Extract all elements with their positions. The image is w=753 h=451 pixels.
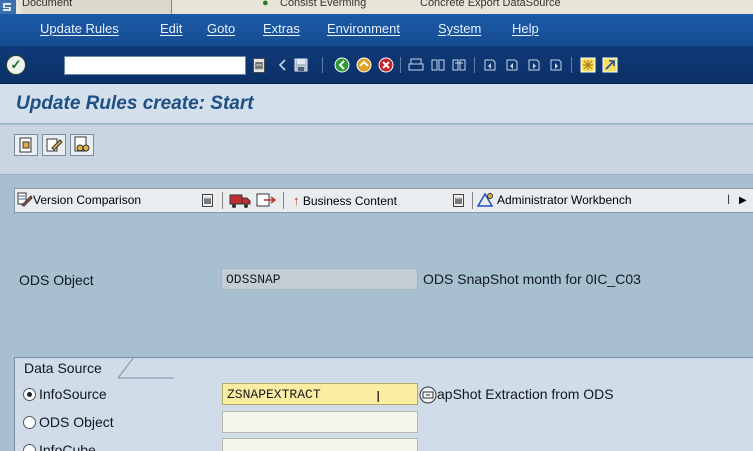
ods-object-description: ODS SnapShot month for 0IC_C03 [423, 271, 641, 287]
toolbar-separator [222, 192, 223, 209]
print-icon[interactable] [408, 57, 424, 73]
menu-environment[interactable]: Environment [327, 21, 400, 36]
next-page-icon[interactable] [526, 57, 542, 73]
standard-toolbar: ✓ ▤ [0, 46, 753, 84]
save-icon[interactable] [293, 57, 309, 73]
version-comparison-button[interactable]: Version Comparison [17, 189, 141, 212]
menu-bar: Update Rules Edit Goto Extras Environmen… [0, 14, 753, 46]
enter-checkmark-icon[interactable]: ✓ [6, 55, 26, 75]
toolbar-separator [283, 192, 284, 209]
infosource-input[interactable]: ZSNAPEXTRACT [222, 383, 418, 405]
transport-truck-icon[interactable] [229, 192, 251, 209]
infocube-label: InfoCube [39, 442, 96, 451]
change-button[interactable] [42, 134, 66, 156]
command-field[interactable] [64, 56, 246, 75]
version-comparison-icon [17, 192, 33, 207]
ods-object-option-label: ODS Object [39, 414, 114, 430]
infosource-description: apShot Extraction from ODS [437, 386, 614, 402]
menu-extras[interactable]: Extras [263, 21, 300, 36]
business-content-icon: ↑ [293, 193, 300, 208]
consist-tab[interactable]: Consist Everming [280, 0, 366, 14]
application-toolbar [0, 125, 753, 175]
sap-window-icon [0, 0, 16, 14]
menu-system[interactable]: System [438, 21, 481, 36]
group-tab-edge [14, 357, 174, 379]
tab-icon: ● [262, 0, 269, 9]
ods-object-radio[interactable] [23, 416, 36, 429]
administrator-workbench-button[interactable]: Administrator Workbench [476, 189, 632, 212]
cancel-icon[interactable] [378, 57, 394, 73]
version-comparison-dropdown-icon[interactable]: ▤ [202, 194, 213, 207]
toolbar-separator [472, 192, 473, 209]
change-pencil-icon [46, 138, 63, 152]
business-content-dropdown-icon[interactable]: ▤ [453, 194, 464, 207]
title-bar: Update Rules create: Start [0, 84, 753, 124]
toolbar-separator [400, 57, 401, 73]
concrete-export-tab[interactable]: Concrete Export DataSource [420, 0, 561, 14]
content-toolbar: Version Comparison ▤ ↑ Business Content … [14, 188, 753, 213]
shortcut-icon[interactable] [602, 57, 618, 73]
text-cursor-icon: I [376, 389, 381, 406]
back-icon[interactable] [334, 57, 350, 73]
business-content-button[interactable]: ↑ Business Content [293, 189, 397, 212]
transfer-arrows-icon[interactable] [255, 192, 277, 209]
menu-goto[interactable]: Goto [207, 21, 235, 36]
last-page-icon[interactable] [548, 57, 564, 73]
first-page-icon[interactable] [482, 57, 498, 73]
infosource-label: InfoSource [39, 386, 107, 402]
infocube-input[interactable] [222, 438, 418, 451]
infocube-radio[interactable] [23, 444, 36, 451]
toolbar-separator [474, 57, 475, 73]
administrator-workbench-label: Administrator Workbench [497, 193, 632, 207]
exit-icon[interactable] [356, 57, 372, 73]
menu-edit[interactable]: Edit [160, 21, 182, 36]
ods-object-field: ODSSNAP [221, 268, 418, 290]
menu-update-rules[interactable]: Update Rules [40, 21, 119, 36]
find-next-icon[interactable] [451, 57, 467, 73]
create-session-icon[interactable] [580, 57, 596, 73]
create-document-icon [19, 137, 32, 153]
collapse-arrow-icon[interactable] [275, 57, 291, 73]
document-tab[interactable]: Document [22, 0, 172, 14]
display-glasses-icon [74, 136, 90, 152]
more-dropdown-icon[interactable]: ▏ [726, 194, 737, 207]
toolbar-separator [571, 57, 572, 73]
scroll-right-icon[interactable]: ▶ [739, 189, 747, 212]
version-comparison-label: Version Comparison [33, 193, 142, 207]
page-title: Update Rules create: Start [16, 93, 254, 114]
toolbar-separator [322, 57, 323, 73]
value-help-icon[interactable] [418, 385, 438, 405]
command-history-dropdown-icon[interactable]: ▤ [253, 58, 265, 73]
infosource-radio[interactable] [23, 388, 36, 401]
ods-object-label: ODS Object [19, 272, 94, 288]
menu-help[interactable]: Help [512, 21, 539, 36]
main-content: Version Comparison ▤ ↑ Business Content … [0, 176, 753, 451]
administrator-workbench-icon [476, 192, 494, 207]
business-content-label: Business Content [302, 194, 397, 208]
display-button[interactable] [70, 134, 94, 156]
find-icon[interactable] [430, 57, 446, 73]
window-tab-strip: Document ● Consist Everming Concrete Exp… [0, 0, 753, 14]
ods-object-input[interactable] [222, 411, 418, 433]
previous-page-icon[interactable] [504, 57, 520, 73]
create-button[interactable] [14, 134, 38, 156]
